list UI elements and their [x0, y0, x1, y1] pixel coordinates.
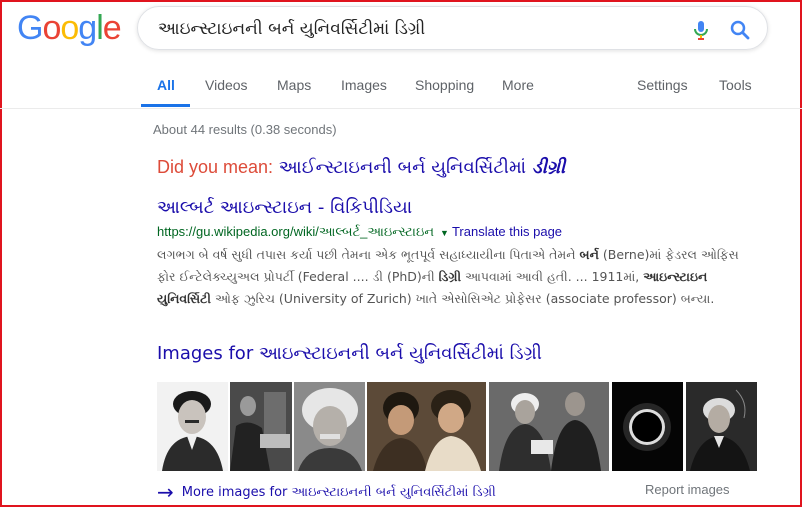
snippet-text: ઓફ ઝુરિચ (University of Zurich) ખાતે એસો…	[210, 291, 715, 306]
snippet-highlight: આઇન્સ્ટાઇન	[643, 269, 708, 284]
result-url-line: https://gu.wikipedia.org/wiki/આલ્બર્ટ_આઇ…	[157, 224, 562, 240]
search-input[interactable]	[158, 16, 678, 42]
tab-more[interactable]: More	[502, 77, 534, 93]
snippet-text: લગભગ બે વર્ષ સુધી તપાસ કર્યા પછી તેમના એ…	[157, 247, 580, 262]
snippet-highlight: ડિગ્રી	[438, 269, 462, 284]
logo-letter: o	[60, 9, 79, 47]
caret-down-icon[interactable]: ▼	[440, 228, 449, 238]
eclipse-image	[612, 382, 683, 471]
snippet-text: ફોર ઈન્ટેલેક્ચ્યુઅલ પ્રોપર્ટી (Federal .…	[157, 269, 439, 284]
search-box	[137, 6, 768, 50]
image-thumbnail[interactable]	[686, 382, 757, 471]
snippet-text: (Berne)માં ફેડરલ ઓફિસ	[598, 247, 739, 262]
result-stats: About 44 results (0.38 seconds)	[153, 122, 337, 137]
active-tab-indicator	[141, 104, 190, 107]
result-snippet: લગભગ બે વર્ષ સુધી તપાસ કર્યા પછી તેમના એ…	[157, 244, 757, 310]
did-you-mean: Did you mean: આઈન્સ્ટાઇનની બર્ન યુનિવર્સ…	[157, 157, 565, 178]
image-thumbnail[interactable]	[230, 382, 292, 471]
logo-letter: g	[78, 9, 97, 47]
image-thumbnail[interactable]	[294, 382, 365, 471]
magnifier-icon[interactable]	[728, 18, 752, 42]
google-logo[interactable]: Google	[17, 8, 122, 48]
snippet-text: આપવામાં આવી હતી. ... 1911માં,	[461, 269, 644, 284]
logo-letter: o	[42, 9, 61, 47]
image-thumbnail[interactable]	[612, 382, 683, 471]
microphone-icon[interactable]	[689, 18, 713, 42]
tab-settings[interactable]: Settings	[637, 77, 688, 93]
snippet-line: લગભગ બે વર્ષ સુધી તપાસ કર્યા પછી તેમના એ…	[157, 244, 757, 266]
image-thumbnail[interactable]	[157, 382, 228, 471]
tab-maps[interactable]: Maps	[277, 77, 311, 93]
did-you-mean-label: Did you mean:	[157, 157, 274, 177]
images-heading-link[interactable]: Images for આઇન્સ્ટાઇનની બર્ન યુનિવર્સિટી…	[157, 343, 542, 364]
translate-link[interactable]: Translate this page	[452, 224, 562, 239]
snippet-highlight: યુનિવર્સિટી	[157, 291, 211, 306]
result-title-link[interactable]: આલ્બર્ટ આઇન્સ્ટાઇન - વિકિપીડિયા	[157, 197, 412, 218]
tab-videos[interactable]: Videos	[205, 77, 248, 93]
more-images-label: More images for આઇન્સ્ટાઇનની બર્ન યુનિવર…	[181, 485, 496, 500]
portrait-image	[162, 391, 223, 471]
logo-letter: e	[102, 9, 122, 47]
image-thumbnail[interactable]	[367, 382, 486, 471]
portrait-image	[686, 382, 757, 471]
snippet-line: યુનિવર્સિટી ઓફ ઝુરિચ (University of Zuri…	[157, 288, 757, 310]
did-you-mean-correction: ડીગ્રી	[531, 157, 566, 178]
arrow-right-icon: →	[157, 480, 174, 504]
portrait-image	[294, 382, 365, 471]
snippet-line: ફોર ઈન્ટેલેક્ચ્યુઅલ પ્રોપર્ટી (Federal .…	[157, 266, 757, 288]
photo-image	[230, 382, 292, 471]
more-images-link[interactable]: → More images for આઇન્સ્ટાઇનની બર્ન યુનિવ…	[157, 480, 496, 504]
tab-all[interactable]: All	[157, 77, 175, 93]
did-you-mean-link[interactable]: આઈન્સ્ટાઇનની બર્ન યુનિવર્સિટીમાં ડીગ્રી	[279, 157, 565, 178]
search-tabs: All Videos Maps Images Shopping More Set…	[0, 66, 802, 109]
tab-tools[interactable]: Tools	[719, 77, 752, 93]
logo-letter: G	[17, 9, 43, 47]
snippet-highlight: બર્ન	[579, 247, 599, 262]
report-images-link[interactable]: Report images	[645, 482, 730, 497]
did-you-mean-prefix: આઈન્સ્ટાઇનની બર્ન યુનિવર્સિટીમાં	[278, 157, 527, 178]
tab-shopping[interactable]: Shopping	[415, 77, 474, 93]
image-thumbnail[interactable]	[489, 382, 609, 471]
photo-image	[367, 382, 486, 471]
result-url[interactable]: https://gu.wikipedia.org/wiki/આલ્બર્ટ_આઇ…	[157, 224, 434, 239]
tab-images[interactable]: Images	[341, 77, 387, 93]
photo-image	[489, 382, 609, 471]
